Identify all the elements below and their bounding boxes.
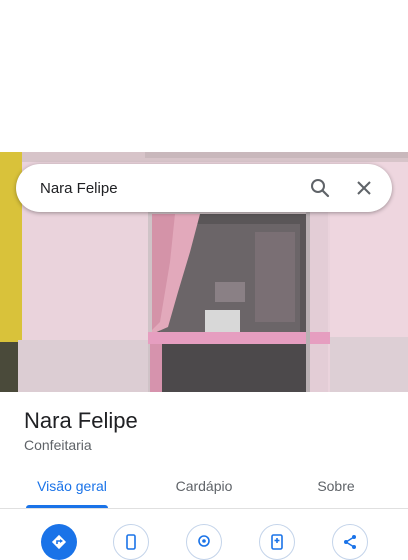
place-category[interactable]: Confeitaria [24, 437, 92, 453]
active-tab-indicator [26, 505, 108, 508]
tab-menu[interactable]: Cardápio [158, 466, 250, 508]
share-icon [344, 535, 356, 549]
tab-about[interactable]: Sobre [296, 466, 376, 508]
phone-icon [126, 534, 136, 550]
search-bar[interactable]: Nara Felipe [16, 164, 392, 212]
nearby-button[interactable] [186, 524, 222, 560]
map-area-blank [0, 0, 408, 152]
search-button[interactable] [300, 168, 340, 208]
close-icon [357, 181, 371, 195]
call-button[interactable] [113, 524, 149, 560]
search-icon [311, 179, 330, 198]
save-icon [271, 534, 283, 550]
place-title: Nara Felipe [24, 408, 138, 433]
tab-overview[interactable]: Visão geral [24, 466, 120, 508]
directions-button[interactable] [41, 524, 77, 560]
location-icon [198, 535, 210, 547]
clear-search-button[interactable] [344, 168, 384, 208]
search-input[interactable]: Nara Felipe [40, 180, 300, 197]
share-button[interactable] [332, 524, 368, 560]
directions-icon [51, 534, 67, 550]
save-button[interactable] [259, 524, 295, 560]
place-tabs: Visão geral Cardápio Sobre [0, 466, 408, 509]
